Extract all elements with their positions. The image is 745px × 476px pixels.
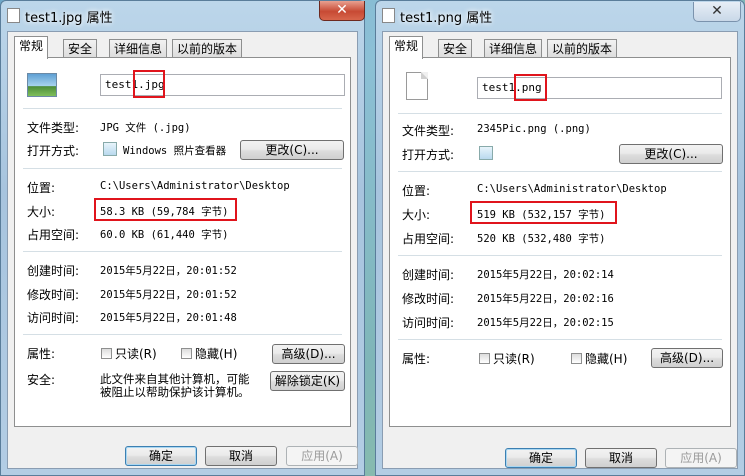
general-panel: test1.png 文件类型: 2345Pic.png (.png) 打开方式:… bbox=[389, 57, 731, 427]
size-label: 大小: bbox=[402, 208, 431, 222]
hidden-label[interactable]: 隐藏(H) bbox=[195, 345, 237, 362]
tab-security[interactable]: 安全 bbox=[438, 39, 473, 58]
modified-value: 2015年5月22日，20:01:52 bbox=[100, 289, 237, 301]
open-with-label: 打开方式: bbox=[27, 144, 80, 158]
close-button[interactable]: ✕ bbox=[319, 1, 365, 21]
tab-previous-versions[interactable]: 以前的版本 bbox=[547, 39, 618, 58]
created-value: 2015年5月22日，20:02:14 bbox=[477, 269, 614, 281]
hidden-label[interactable]: 隐藏(H) bbox=[585, 350, 627, 367]
hidden-checkbox[interactable] bbox=[181, 348, 192, 359]
separator bbox=[23, 168, 342, 169]
accessed-value: 2015年5月22日，20:02:15 bbox=[477, 317, 614, 329]
separator bbox=[398, 339, 722, 340]
general-panel: test1.jpg 文件类型: JPG 文件 (.jpg) 打开方式: Wind… bbox=[14, 57, 351, 427]
2345pic-app-icon bbox=[479, 146, 493, 160]
attributes-label: 属性: bbox=[27, 347, 56, 361]
size-on-disk-value: 520 KB (532,480 字节) bbox=[477, 233, 606, 245]
type-label: 文件类型: bbox=[402, 124, 455, 138]
size-on-disk-value: 60.0 KB (61,440 字节) bbox=[100, 229, 229, 241]
tab-details[interactable]: 详细信息 bbox=[484, 39, 543, 58]
ok-button[interactable]: 确定 bbox=[505, 448, 577, 468]
separator bbox=[23, 251, 342, 252]
type-label: 文件类型: bbox=[27, 121, 80, 135]
highlight-extension bbox=[133, 70, 165, 98]
attributes-label: 属性: bbox=[402, 352, 431, 366]
accessed-label: 访问时间: bbox=[27, 311, 80, 325]
created-value: 2015年5月22日，20:01:52 bbox=[100, 265, 237, 277]
location-label: 位置: bbox=[402, 184, 431, 198]
properties-window-png: test1.png 属性 ✕ 常规 安全 详细信息 以前的版本 test1.pn… bbox=[375, 0, 745, 476]
readonly-label[interactable]: 只读(R) bbox=[115, 345, 157, 362]
advanced-button[interactable]: 高级(D)... bbox=[651, 348, 723, 368]
cancel-button[interactable]: 取消 bbox=[205, 446, 277, 466]
advanced-button[interactable]: 高级(D)... bbox=[272, 344, 345, 364]
file-icon bbox=[7, 8, 20, 23]
accessed-label: 访问时间: bbox=[402, 316, 455, 330]
modified-label: 修改时间: bbox=[402, 292, 455, 306]
change-button[interactable]: 更改(C)... bbox=[619, 144, 723, 164]
location-value: C:\Users\Administrator\Desktop bbox=[100, 180, 290, 192]
separator bbox=[23, 334, 342, 335]
modified-value: 2015年5月22日，20:02:16 bbox=[477, 293, 614, 305]
separator bbox=[398, 255, 722, 256]
type-value: 2345Pic.png (.png) bbox=[477, 123, 591, 135]
apply-button[interactable]: 应用(A) bbox=[286, 446, 358, 466]
type-value: JPG 文件 (.jpg) bbox=[100, 122, 191, 134]
size-on-disk-label: 占用空间: bbox=[27, 228, 80, 242]
title-bar[interactable]: test1.jpg 属性 ✕ bbox=[1, 1, 365, 29]
tab-previous-versions[interactable]: 以前的版本 bbox=[172, 39, 243, 58]
close-button[interactable]: ✕ bbox=[693, 2, 741, 22]
image-file-icon bbox=[27, 73, 57, 97]
tab-security[interactable]: 安全 bbox=[63, 39, 98, 58]
readonly-checkbox[interactable] bbox=[101, 348, 112, 359]
separator bbox=[23, 108, 342, 109]
separator bbox=[398, 113, 722, 114]
highlight-size bbox=[470, 201, 617, 224]
highlight-size bbox=[94, 198, 237, 221]
accessed-value: 2015年5月22日，20:01:48 bbox=[100, 312, 237, 324]
size-label: 大小: bbox=[27, 205, 56, 219]
dialog-body: 常规 安全 详细信息 以前的版本 test1.jpg 文件类型: JPG 文件 … bbox=[7, 31, 358, 469]
size-on-disk-label: 占用空间: bbox=[402, 232, 455, 246]
window-title: test1.png 属性 bbox=[400, 11, 493, 26]
properties-window-jpg: test1.jpg 属性 ✕ 常规 安全 详细信息 以前的版本 test1.jp… bbox=[0, 0, 365, 476]
security-label: 安全: bbox=[27, 373, 56, 387]
location-label: 位置: bbox=[27, 181, 56, 195]
tab-details[interactable]: 详细信息 bbox=[109, 39, 168, 58]
blank-file-icon bbox=[406, 72, 428, 100]
change-button[interactable]: 更改(C)... bbox=[240, 140, 344, 160]
unblock-button[interactable]: 解除锁定(K) bbox=[270, 371, 345, 391]
open-with-value: Windows 照片查看器 bbox=[123, 145, 227, 157]
security-message-line2: 被阻止以帮助保护该计算机。 bbox=[100, 385, 250, 399]
dialog-body: 常规 安全 详细信息 以前的版本 test1.png 文件类型: 2345Pic… bbox=[382, 31, 738, 469]
window-title: test1.jpg 属性 bbox=[25, 11, 113, 26]
ok-button[interactable]: 确定 bbox=[125, 446, 197, 466]
tab-general[interactable]: 常规 bbox=[14, 36, 49, 59]
highlight-extension bbox=[514, 74, 547, 101]
cancel-button[interactable]: 取消 bbox=[585, 448, 657, 468]
hidden-checkbox[interactable] bbox=[571, 353, 582, 364]
open-with-label: 打开方式: bbox=[402, 148, 455, 162]
modified-label: 修改时间: bbox=[27, 288, 80, 302]
created-label: 创建时间: bbox=[27, 264, 80, 278]
title-bar[interactable]: test1.png 属性 ✕ bbox=[376, 1, 744, 29]
tab-general[interactable]: 常规 bbox=[389, 36, 424, 59]
location-value: C:\Users\Administrator\Desktop bbox=[477, 183, 667, 195]
apply-button[interactable]: 应用(A) bbox=[665, 448, 737, 468]
file-icon bbox=[382, 8, 395, 23]
created-label: 创建时间: bbox=[402, 268, 455, 282]
separator bbox=[398, 171, 722, 172]
photo-viewer-icon bbox=[103, 142, 117, 156]
readonly-checkbox[interactable] bbox=[479, 353, 490, 364]
readonly-label[interactable]: 只读(R) bbox=[493, 350, 535, 367]
